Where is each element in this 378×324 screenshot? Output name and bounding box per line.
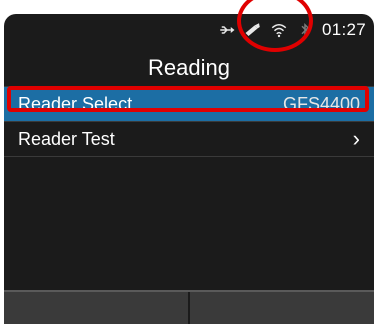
scanner-icon: [245, 23, 260, 36]
status-bar: 01:27: [4, 14, 374, 50]
list-divider: [4, 156, 374, 157]
menu-list: Reader Select GFS4400 Reader Test ›: [4, 86, 374, 157]
printer-screen: 01:27 Reading Reader Select GFS4400 Read…: [4, 14, 374, 324]
page-title: Reading: [148, 55, 230, 80]
bluetooth-icon: [301, 22, 310, 38]
usb-icon: [220, 26, 235, 34]
menu-item-value: GFS4400: [282, 93, 360, 114]
status-time: 01:27: [321, 20, 366, 39]
menu-item-reader-test[interactable]: Reader Test ›: [4, 121, 374, 156]
menu-item-label: Reader Select: [18, 93, 133, 114]
softkey-left-button[interactable]: [4, 292, 190, 324]
menu-item-reader-select[interactable]: Reader Select GFS4400: [4, 86, 374, 121]
softkey-right-button[interactable]: [190, 292, 374, 324]
status-icons: 01:27: [218, 20, 366, 40]
wifi-icon: [271, 24, 287, 38]
chevron-right-icon: ›: [352, 126, 360, 151]
softkey-bar: [4, 290, 374, 324]
menu-item-label: Reader Test: [18, 128, 115, 149]
